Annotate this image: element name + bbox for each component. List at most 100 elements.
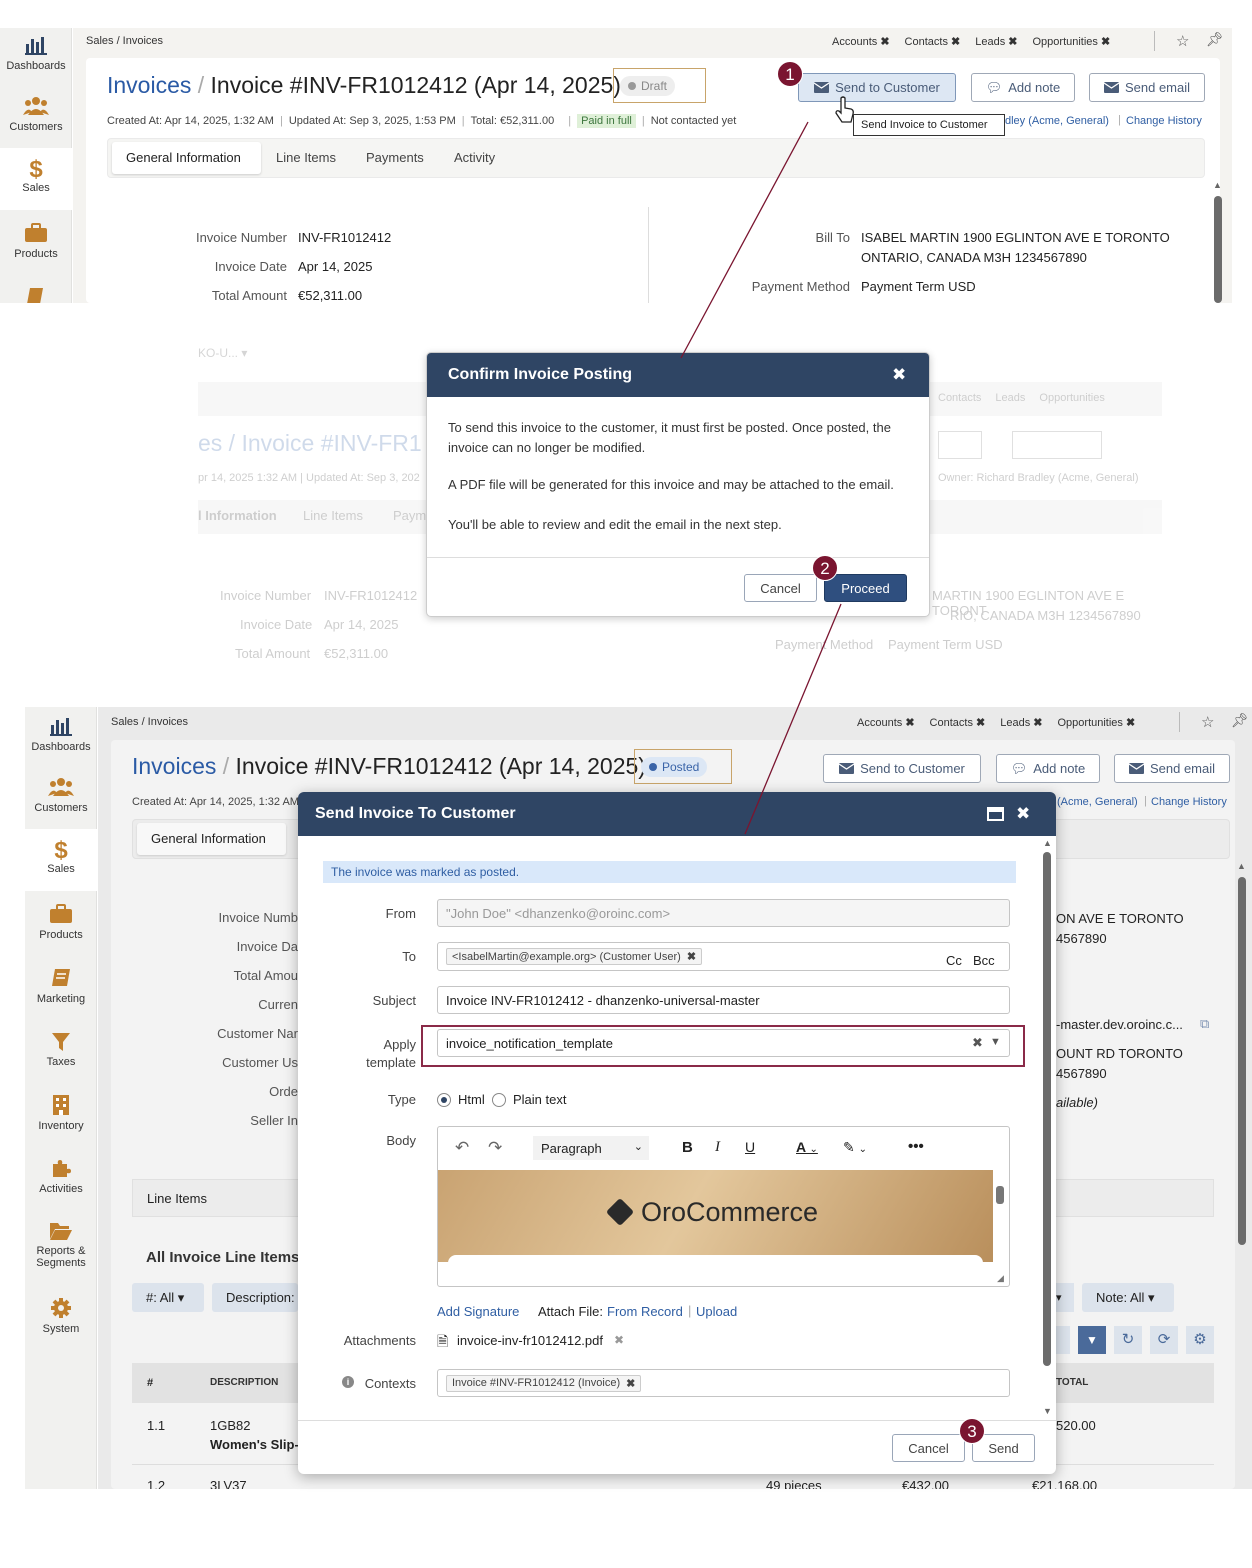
title-entity-link[interactable]: Invoices [132,753,216,779]
scroll-up-icon[interactable]: ▲ [1213,180,1222,190]
pin-icon[interactable]: 📌︎ [1206,31,1224,48]
chip-contacts[interactable]: Contacts ✖ [905,35,961,48]
bg-value[interactable]: -master.dev.oroinc.c... [1056,1017,1183,1032]
clear-icon[interactable]: ✖ [972,1035,983,1051]
chip-leads[interactable]: Leads ✖ [1000,716,1042,729]
sidebar-item-reports[interactable]: Reports & Segments [25,1221,97,1269]
add-signature-link[interactable]: Add Signature [437,1304,519,1319]
italic-icon[interactable]: I [715,1139,720,1156]
tab-payments[interactable]: Payments [366,150,424,165]
scroll-up-icon[interactable]: ▲ [1043,838,1052,848]
sidebar-item-activities[interactable]: Activities [25,1157,97,1195]
resize-handle-icon[interactable]: ◢ [997,1273,1004,1284]
remove-attachment-icon[interactable]: ✖ [614,1333,624,1347]
cc-link[interactable]: Cc [946,953,962,968]
type-plain-radio[interactable] [492,1093,506,1107]
sync-icon[interactable]: ⟳ [1150,1326,1178,1354]
close-icon[interactable]: ✖ [1016,804,1030,824]
more-icon[interactable]: ••• [908,1138,924,1155]
attachment-file[interactable]: invoice-inv-fr1012412.pdf [457,1333,603,1348]
filter-description-button[interactable]: Description: [212,1283,298,1312]
proceed-button[interactable]: Proceed [824,574,907,602]
dialog-scrollbar[interactable] [1043,852,1051,1366]
cancel-button[interactable]: Cancel [892,1434,965,1462]
refresh-icon[interactable]: ↻ [1114,1326,1142,1354]
owner-link[interactable]: (Acme, General) [1057,796,1138,808]
sidebar-item-marketing[interactable]: Marketing [25,967,97,1005]
column-header-description[interactable]: DESCRIPTION [210,1377,278,1388]
tab-line-items[interactable]: Line Items [276,150,336,165]
toolbar-button[interactable] [1056,1326,1070,1354]
undo-icon[interactable]: ↶ [455,1138,469,1158]
sidebar-item-customers[interactable]: Customers [25,776,97,814]
sidebar-item-dashboards[interactable]: Dashboards [0,34,72,72]
gear-icon[interactable]: ⚙ [1186,1326,1214,1354]
maximize-icon[interactable] [987,807,1004,821]
owner-link[interactable]: dley (Acme, General) [1005,115,1109,127]
send-email-button[interactable]: Send email [1089,73,1205,102]
scrollbar[interactable] [1238,877,1246,1245]
sidebar-item-marketing-partial[interactable] [0,286,72,303]
filter-note-button[interactable]: Note: All ▾ [1082,1283,1174,1312]
from-record-link[interactable]: From Record [607,1304,683,1319]
sidebar-item-sales[interactable]: $ Sales [25,829,97,891]
sidebar-item-inventory[interactable]: Inventory [25,1094,97,1132]
sidebar-item-system[interactable]: System [25,1297,97,1335]
chip-accounts[interactable]: Accounts ✖ [857,716,915,729]
bold-icon[interactable]: B [682,1139,693,1156]
send-to-customer-button[interactable]: Send to Customer [798,73,956,102]
send-to-customer-button[interactable]: Send to Customer [823,754,981,783]
bcc-link[interactable]: Bcc [973,953,995,968]
paragraph-select[interactable]: Paragraph ⌄ [533,1136,649,1160]
sidebar-item-customers[interactable]: Customers [0,95,72,133]
filter-num-button[interactable]: #: All ▾ [132,1283,204,1312]
sidebar-item-products[interactable]: Products [25,903,97,941]
star-icon[interactable]: ☆ [1176,32,1189,50]
chip-opportunities[interactable]: Opportunities ✖ [1033,35,1111,48]
template-select[interactable]: invoice_notification_template [437,1029,1010,1057]
sidebar-item-taxes[interactable]: Taxes [25,1032,97,1068]
breadcrumb[interactable]: Sales / Invoices [111,716,188,728]
editor-scrollbar[interactable] [996,1186,1004,1204]
scroll-down-icon[interactable]: ▼ [1043,1406,1052,1416]
filter-icon[interactable]: ▼ [1078,1326,1106,1354]
close-icon[interactable]: ✖ [892,365,906,385]
star-icon[interactable]: ☆ [1201,713,1214,731]
chip-contacts[interactable]: Contacts ✖ [930,716,986,729]
sidebar-item-products[interactable]: Products [0,222,72,260]
cancel-button[interactable]: Cancel [744,574,817,602]
change-history-link[interactable]: Change History [1126,115,1202,127]
scroll-up-icon[interactable]: ▲ [1237,861,1246,871]
highlight-icon[interactable]: ✎ ⌄ [843,1139,867,1156]
upload-link[interactable]: Upload [696,1304,737,1319]
recipient-tag[interactable]: <IsabelMartin@example.org> (Customer Use… [446,948,703,965]
pin-icon[interactable]: 📌︎ [1231,712,1249,729]
add-note-button[interactable]: 💬︎ Add note [971,73,1075,102]
chevron-down-icon[interactable]: ▼ [990,1036,1001,1048]
underline-icon[interactable]: U [745,1139,755,1155]
copy-icon[interactable]: ⧉ [1200,1016,1209,1032]
column-header-total[interactable]: TOTAL [1056,1377,1088,1388]
breadcrumb[interactable]: Sales / Invoices [86,35,163,47]
filter-dropdown[interactable]: ▾ [1056,1283,1074,1312]
text-color-icon[interactable]: A ⌄ [796,1139,818,1155]
redo-icon[interactable]: ↷ [488,1138,502,1158]
tab-activity[interactable]: Activity [454,150,495,165]
add-note-button[interactable]: 💬︎ Add note [996,754,1100,783]
send-email-button[interactable]: Send email [1114,754,1230,783]
sidebar-item-dashboards[interactable]: Dashboards [25,715,97,753]
type-html-radio[interactable] [437,1093,451,1107]
change-history-link[interactable]: Change History [1151,796,1227,808]
sidebar-item-sales[interactable]: $ Sales [0,148,72,210]
title-entity-link[interactable]: Invoices [107,72,191,98]
to-field[interactable]: <IsabelMartin@example.org> (Customer Use… [437,942,1010,971]
from-field[interactable]: "John Doe" <dhanzenko@oroinc.com> [437,899,1010,927]
context-tag[interactable]: Invoice #INV-FR1012412 (Invoice) ✖ [446,1374,642,1392]
chip-accounts[interactable]: Accounts ✖ [832,35,890,48]
chip-leads[interactable]: Leads ✖ [975,35,1017,48]
type-html-label[interactable]: Html [458,1092,485,1107]
subject-input[interactable]: Invoice INV-FR1012412 - dhanzenko-univer… [437,986,1010,1014]
contexts-field[interactable]: Invoice #INV-FR1012412 (Invoice) ✖ [437,1369,1010,1397]
type-plain-label[interactable]: Plain text [513,1092,566,1107]
column-header-num[interactable]: # [147,1377,153,1389]
